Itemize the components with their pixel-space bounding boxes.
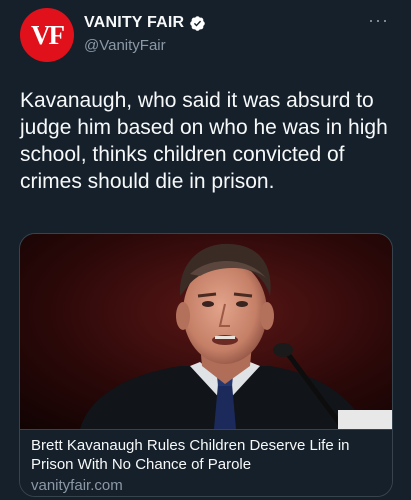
card-text[interactable]: Brett Kavanaugh Rules Children Deserve L… (20, 429, 392, 496)
card-domain[interactable]: vanityfair.com (31, 477, 123, 494)
vf-logo: VF (31, 19, 65, 50)
link-card[interactable]: Brett Kavanaugh Rules Children Deserve L… (19, 233, 393, 497)
avatar[interactable]: VF (20, 8, 74, 62)
card-image[interactable] (20, 234, 392, 429)
name-row: VANITY FAIR (84, 14, 206, 32)
verified-badge-icon (190, 15, 206, 31)
account-handle[interactable]: @VanityFair (84, 37, 166, 54)
tweet-text: Kavanaugh, who said it was absurd to jud… (20, 89, 388, 193)
more-options-icon[interactable]: ··· (368, 11, 389, 29)
card-title[interactable]: Brett Kavanaugh Rules Children Deserve L… (31, 436, 381, 474)
display-name[interactable]: VANITY FAIR (84, 14, 184, 32)
tweet-header: VF VANITY FAIR @VanityFair ··· (0, 0, 411, 70)
card-photo (20, 234, 392, 429)
